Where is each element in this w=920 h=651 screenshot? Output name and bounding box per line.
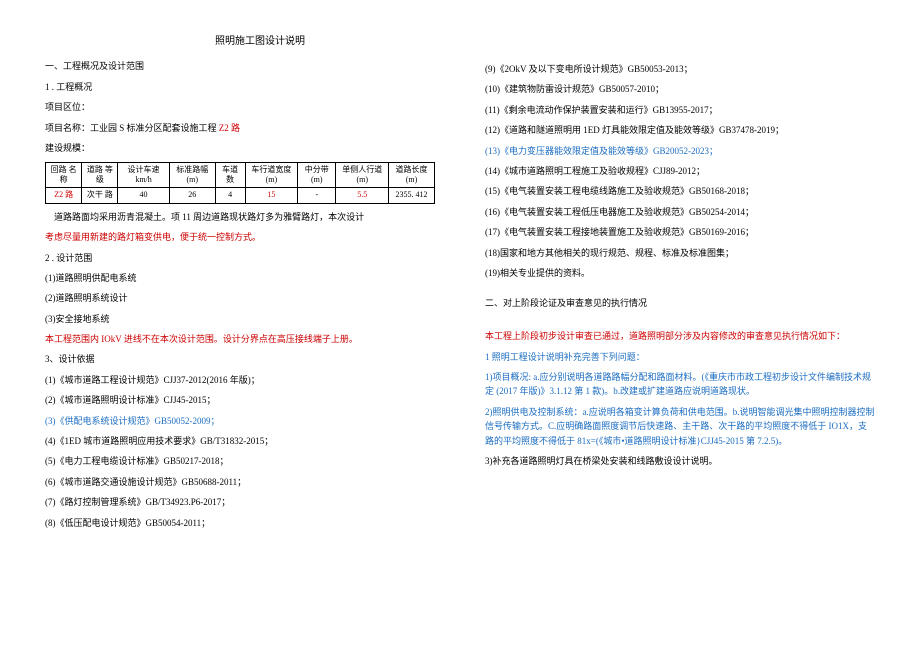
section-2-header: 二、对上阶段论证及审查意见的执行情况 (485, 296, 875, 309)
project-name: 项目名称：工业园 S 标准分区配套设施工程 Z2 路 (45, 121, 435, 135)
s3-item: (16)《电气装置安装工程低压电器施工及验收规范》GB50254-2014； (485, 205, 875, 219)
s3-item: (19)相关专业提供的资料。 (485, 266, 875, 280)
s3-item: (18)国家和地方其他相关的现行规范、规程、标准及标准图集； (485, 246, 875, 260)
s3-item: (3)《供配电系统设计规范》GB50052-2009； (45, 414, 435, 428)
s3-item: (14)《城市道路照明工程施工及验收规程》CJJ89-2012； (485, 164, 875, 178)
table-row: Z2 路 次干 路 40 26 4 15 - 5.5 2355. 412 (46, 188, 435, 203)
s2-item: (2)道路照明系统设计 (45, 291, 435, 305)
table-header-row: 回路 名称 道路 等级 设计车速 km/h 标准路幅 (m) 车道 数 车行道宽… (46, 162, 435, 188)
bullet-1: 1)项目概况: a.应分别说明各道路路幅分配和路面材料。(《重庆市市政工程初步设… (485, 370, 875, 399)
project-location: 项目区位： (45, 100, 435, 114)
road-note-2: 考虑尽量用新建的路灯箱变供电，便于统一控制方式。 (45, 230, 435, 244)
th: 车行道宽度 (m) (245, 162, 298, 188)
road-note-1: 道路路面均采用沥青混凝土。项 11 周边道路现状路灯多为雅臂路灯，本次设计 (45, 210, 435, 224)
s3-item: (17)《电气装置安装工程接地装置施工及验收规范》GB50169-2016； (485, 225, 875, 239)
s2-item: (1)道路照明供配电系统 (45, 271, 435, 285)
s3-item: (4)《1ED 城市道路照明应用技术要求》GB/T31832-2015； (45, 434, 435, 448)
s2-item: (3)安全接地系统 (45, 312, 435, 326)
th: 道路 等级 (82, 162, 118, 188)
td: Z2 路 (46, 188, 82, 203)
s3-item: (7)《路灯控制管理系统》GB/T34923.P6-2017； (45, 495, 435, 509)
th: 设计车速 km/h (118, 162, 169, 188)
td: 40 (118, 188, 169, 203)
th: 标准路幅 (m) (169, 162, 215, 188)
td: 26 (169, 188, 215, 203)
td: 15 (245, 188, 298, 203)
s3-item: (8)《低压配电设计规范》GB50054-2011； (45, 516, 435, 530)
project-name-red: Z2 路 (219, 123, 240, 133)
td: - (298, 188, 336, 203)
td: 2355. 412 (389, 188, 435, 203)
s3-item: (9)《2OkV 及以下变电所设计规范》GB50053-2013； (485, 62, 875, 76)
s3-item: (11)《剩余电流动作保护装置安装和运行》GB13955-2017； (485, 103, 875, 117)
s3-item: (13)《电力变压器能效限定值及能效等级》GB20052-2023； (485, 144, 875, 158)
right-column: (9)《2OkV 及以下变电所设计规范》GB50053-2013； (10)《建… (485, 32, 875, 536)
th: 车道 数 (215, 162, 245, 188)
s3-item: (2)《城市道路照明设计标准》CJJ45-2015； (45, 393, 435, 407)
doc-title: 照明施工图设计说明 (85, 32, 435, 47)
section-1-header: 一、工程概况及设计范围 (45, 59, 435, 72)
left-column: 照明施工图设计说明 一、工程概况及设计范围 1 . 工程概况 项目区位： 项目名… (45, 32, 435, 536)
th: 中分带(m) (298, 162, 336, 188)
subsection-1: 1 . 工程概况 (45, 80, 435, 94)
review-status: 本工程上阶段初步设计审查已通过，道路照明部分涉及内容修改的审查意见执行情况如下： (485, 329, 875, 343)
td: 4 (215, 188, 245, 203)
s3-item: (10)《建筑物防雷设计规范》GB50057-2010； (485, 82, 875, 96)
td: 次干 路 (82, 188, 118, 203)
th: 回路 名称 (46, 162, 82, 188)
td: 5.5 (336, 188, 389, 203)
s3-item: (1)《城市道路工程设计规范》CJJ37-2012(2016 年版)； (45, 373, 435, 387)
subsection-3: 3、设计依据 (45, 352, 435, 366)
s2-red-note: 本工程范围内 IOkV 进线不在本次设计范围。设计分界点在高压接线端子上册。 (45, 332, 435, 346)
s3-item: (6)《城市道路交通设施设计规范》GB50688-2011； (45, 475, 435, 489)
s3-item: (5)《电力工程电缆设计标准》GB50217-2018； (45, 454, 435, 468)
bullet-2: 2)照明供电及控制系统：a.应说明各箱变计算负荷和供电范围。b.说明智能调光集中… (485, 405, 875, 448)
s3-item: (12)《道路和隧道照明用 1ED 灯具能效限定值及能效等级》GB37478-2… (485, 123, 875, 137)
note-1: 1 照明工程设计说明补充完善下列问题： (485, 350, 875, 364)
s3-item: (15)《电气装置安装工程电缆线路施工及验收规范》GB50168-2018； (485, 184, 875, 198)
th: 单侧人行道 (m) (336, 162, 389, 188)
subsection-2: 2 . 设计范围 (45, 251, 435, 265)
scale-table: 回路 名称 道路 等级 设计车速 km/h 标准路幅 (m) 车道 数 车行道宽… (45, 162, 435, 204)
bullet-3: 3)补充各道路照明灯具在桥梁处安装和线路敷设设计说明。 (485, 454, 875, 468)
th: 道路长度(m) (389, 162, 435, 188)
build-scale: 建设规模： (45, 141, 435, 155)
